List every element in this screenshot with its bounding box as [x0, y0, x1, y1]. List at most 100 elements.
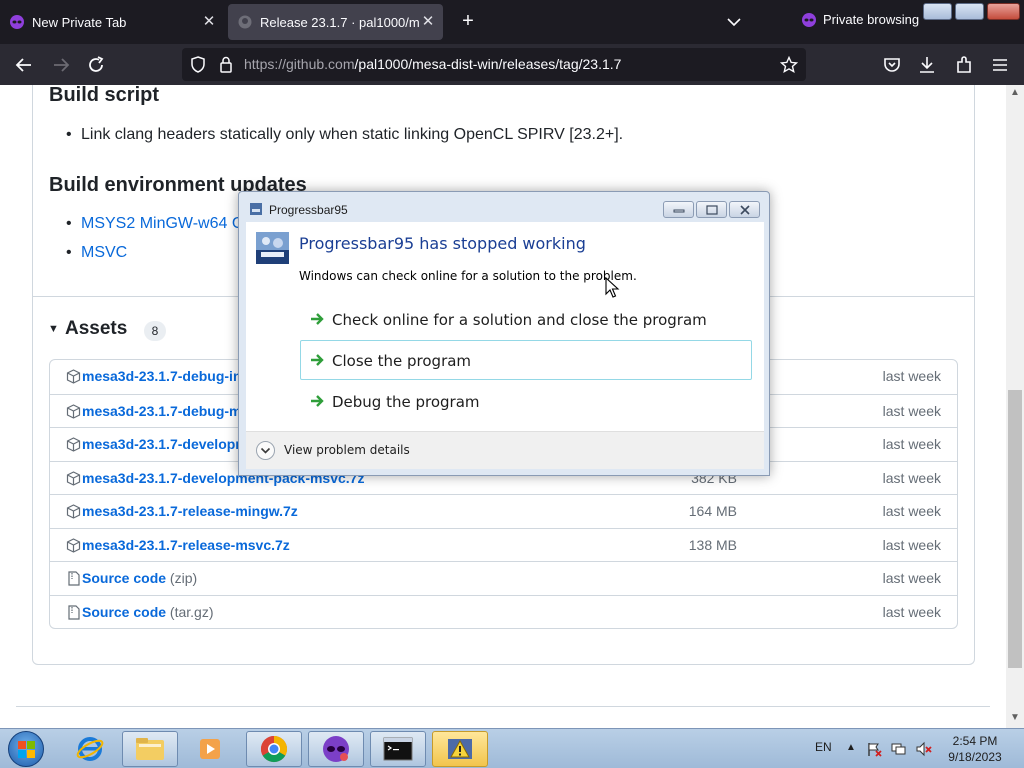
asset-date: last week	[882, 402, 941, 419]
green-arrow-icon	[311, 313, 324, 325]
pocket-icon[interactable]	[881, 54, 903, 76]
extensions-puzzle-icon[interactable]	[953, 54, 975, 76]
navigation-toolbar: https://github.com/pal1000/mesa-dist-win…	[0, 44, 1024, 85]
new-tab-button[interactable]: +	[456, 10, 480, 34]
list-item: MSYS2 MinGW-w64 G	[66, 215, 244, 233]
lock-icon[interactable]	[219, 56, 233, 73]
file-explorer-taskbar-button[interactable]	[122, 731, 178, 767]
scroll-down-icon[interactable]: ▼	[1010, 712, 1020, 723]
start-button[interactable]	[8, 731, 44, 767]
windows-logo-icon	[18, 741, 35, 758]
asset-row: Source code (zip) last week	[50, 561, 957, 595]
package-icon	[66, 369, 81, 384]
hamburger-menu-icon[interactable]	[989, 54, 1011, 76]
taskbar: EN ▲ 2:54 PM 9/18/2023	[0, 728, 1024, 768]
expand-details-button[interactable]	[256, 441, 275, 460]
close-tab-icon[interactable]: ✕	[200, 13, 218, 31]
internet-explorer-taskbar-button[interactable]	[62, 731, 118, 767]
tab-title: New Private Tab	[32, 14, 127, 30]
asset-link[interactable]: mesa3d-23.1.7-debug-in	[82, 368, 242, 384]
asset-size: 164 MB	[688, 503, 737, 519]
assets-heading[interactable]: Assets	[65, 318, 127, 340]
source-code-zip-link[interactable]: Source code (zip)	[82, 570, 197, 586]
github-icon	[238, 15, 252, 29]
asset-date: last week	[882, 368, 941, 384]
file-zip-icon	[68, 571, 80, 586]
command-prompt-taskbar-button[interactable]	[370, 731, 426, 767]
forward-arrow-icon[interactable]	[50, 54, 72, 76]
dialog-footer: View problem details	[246, 431, 764, 469]
view-problem-details-label[interactable]: View problem details	[284, 443, 410, 457]
asset-row: mesa3d-23.1.7-release-mingw.7z 164 MB la…	[50, 494, 957, 528]
minimize-button[interactable]	[923, 3, 952, 20]
clock[interactable]: 2:54 PM 9/18/2023	[940, 733, 1010, 765]
tab-new-private[interactable]: New Private Tab ✕	[0, 4, 224, 40]
triangle-down-icon[interactable]: ▼	[48, 323, 59, 335]
check-online-option[interactable]: Check online for a solution and close th…	[300, 299, 752, 339]
asset-link[interactable]: mesa3d-23.1.7-release-mingw.7z	[82, 503, 298, 519]
chrome-taskbar-button[interactable]	[246, 731, 302, 767]
shield-icon[interactable]	[190, 56, 206, 73]
page-scrollbar[interactable]: ▲ ▼	[1006, 85, 1024, 728]
green-arrow-icon	[311, 395, 324, 407]
close-program-option[interactable]: Close the program	[300, 340, 752, 380]
maximize-icon	[706, 205, 718, 215]
language-indicator[interactable]: EN	[815, 740, 832, 754]
asset-link[interactable]: mesa3d-23.1.7-release-msvc.7z	[82, 537, 290, 553]
msvc-link[interactable]: MSVC	[81, 244, 127, 261]
asset-size: 138 MB	[688, 536, 737, 553]
dialog-titlebar[interactable]: Progressbar95	[239, 192, 769, 220]
app-icon	[250, 203, 262, 215]
firefox-private-taskbar-button[interactable]	[308, 731, 364, 767]
url-path: /pal1000/mesa-dist-win/releases/tag/23.1…	[354, 56, 622, 72]
scroll-up-icon[interactable]: ▲	[1010, 87, 1020, 98]
file-zip-icon	[68, 604, 80, 620]
asset-date: last week	[882, 503, 941, 519]
scrollbar-thumb[interactable]	[1008, 390, 1022, 668]
asset-row: mesa3d-23.1.7-release-msvc.7z 138 MB las…	[50, 527, 957, 562]
dialog-maximize-button[interactable]	[696, 201, 727, 218]
divider	[16, 706, 990, 707]
private-mask-icon	[10, 15, 24, 29]
msys2-link[interactable]: MSYS2 MinGW-w64 G	[81, 215, 244, 232]
option-label: Debug the program	[332, 393, 480, 411]
close-icon	[740, 205, 750, 215]
package-icon	[66, 470, 81, 486]
package-icon	[66, 437, 81, 452]
reload-icon[interactable]	[85, 54, 107, 76]
package-icon	[66, 403, 81, 419]
close-tab-icon[interactable]: ✕	[419, 13, 437, 31]
network-icon[interactable]	[891, 741, 907, 757]
url-text[interactable]: https://github.com/pal1000/mesa-dist-win…	[244, 56, 621, 72]
asset-link[interactable]: mesa3d-23.1.7-developm	[82, 436, 248, 452]
chevron-down-icon[interactable]	[724, 12, 744, 32]
list-item: MSVC	[66, 244, 127, 262]
url-bar[interactable]: https://github.com/pal1000/mesa-dist-win…	[182, 48, 806, 81]
media-player-icon	[200, 739, 220, 759]
tab-release[interactable]: Release 23.1.7 · pal1000/mesa-dist-win ✕	[228, 4, 443, 40]
url-host: https://github.com	[244, 56, 355, 72]
dialog-minimize-button[interactable]	[663, 201, 694, 218]
close-window-button[interactable]	[987, 3, 1020, 20]
dialog-close-button[interactable]	[729, 201, 760, 218]
window-controls	[923, 3, 1020, 20]
option-label: Close the program	[332, 352, 472, 370]
volume-muted-icon[interactable]	[916, 741, 932, 757]
media-player-taskbar-button[interactable]	[182, 731, 238, 767]
asset-link[interactable]: mesa3d-23.1.7-debug-m	[82, 403, 242, 419]
list-item: Link clang headers statically only when …	[66, 126, 623, 144]
download-icon[interactable]	[916, 54, 938, 76]
dialog-message: Windows can check online for a solution …	[299, 269, 637, 283]
debug-program-option[interactable]: Debug the program	[300, 381, 752, 421]
build-script-heading: Build script	[49, 85, 160, 106]
package-icon	[66, 537, 81, 553]
back-arrow-icon[interactable]	[13, 54, 35, 76]
action-center-flag-icon[interactable]	[866, 741, 882, 757]
show-hidden-icons-button[interactable]: ▲	[846, 742, 856, 753]
maximize-button[interactable]	[955, 3, 984, 20]
bookmark-star-icon[interactable]	[780, 56, 798, 74]
source-code-targz-link[interactable]: Source code (tar.gz)	[82, 604, 214, 620]
app-logo-icon	[256, 232, 289, 264]
progressbar95-warning-icon	[448, 739, 472, 759]
progressbar95-taskbar-button[interactable]	[432, 731, 488, 767]
